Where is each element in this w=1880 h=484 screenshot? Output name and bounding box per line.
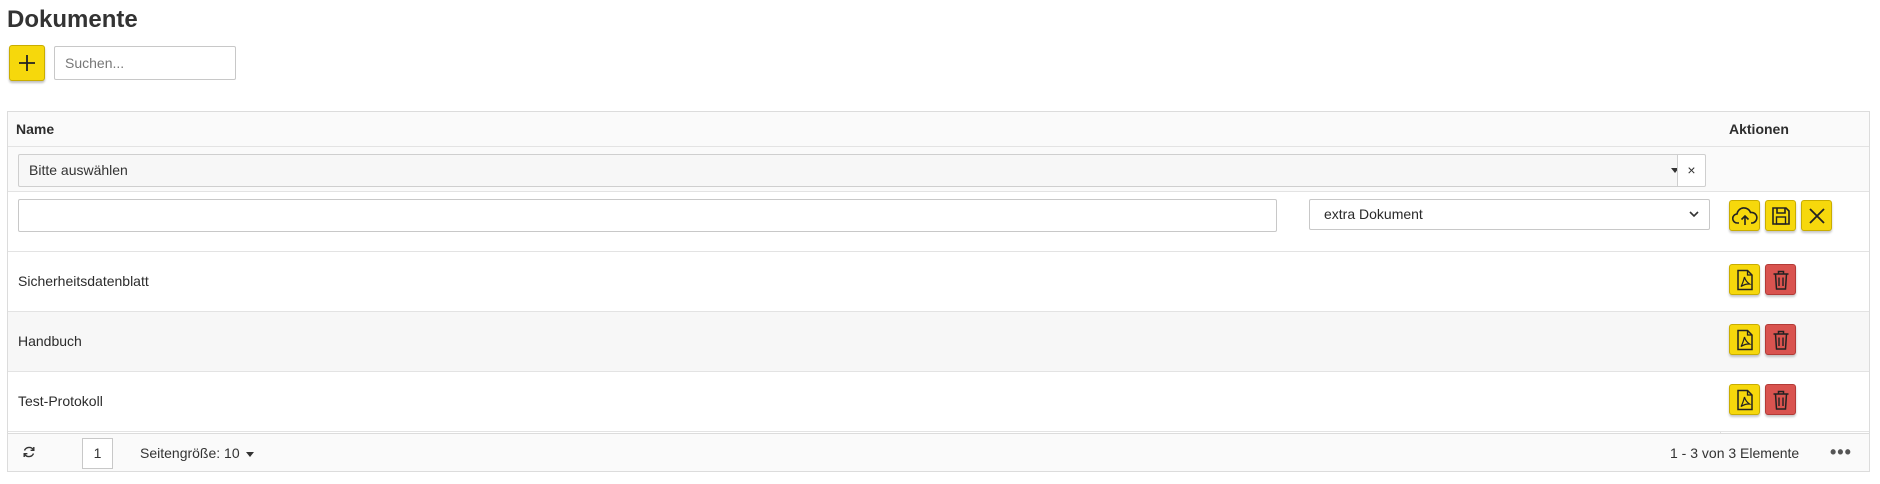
search-input[interactable] [54,46,236,80]
trash-icon [1773,330,1788,350]
edit-actions [1729,200,1837,231]
name-filter-dropdown[interactable]: Bitte auswählen [18,154,1688,187]
trash-icon [1773,270,1788,290]
pager-info: 1 - 3 von 3 Elemente [1670,445,1800,461]
row-actions [1729,264,1801,295]
toolbar [9,45,236,81]
document-name-input[interactable] [18,199,1277,232]
documents-grid: Name Aktionen Bitte auswählen × extra Do… [7,111,1870,472]
cloud-upload-icon [1731,206,1758,225]
open-pdf-button[interactable] [1729,324,1760,355]
pdf-file-icon [1736,269,1753,290]
save-icon [1771,206,1790,225]
row-actions [1729,384,1801,415]
document-name: Handbuch [18,333,82,349]
name-filter-label: Bitte auswählen [29,162,128,178]
trash-icon [1773,390,1788,410]
delete-button[interactable] [1765,324,1796,355]
table-row[interactable]: Sicherheitsdatenblatt [8,252,1869,312]
table-row[interactable]: Test-Protokoll [8,372,1869,432]
row-actions [1729,324,1801,355]
document-name: Test-Protokoll [18,393,103,409]
edit-row: extra Dokument [8,192,1869,252]
column-header-name[interactable]: Name [16,112,54,147]
filter-clear-button[interactable]: × [1677,154,1706,187]
cancel-button[interactable] [1801,200,1832,231]
plus-icon [19,55,35,71]
save-button[interactable] [1765,200,1796,231]
page-size-dropdown[interactable]: Seitengröße: 10 [140,434,254,472]
pager: 1 Seitengröße: 10 1 - 3 von 3 Elemente •… [8,433,1869,471]
grid-header: Name Aktionen [8,112,1869,147]
upload-button[interactable] [1729,200,1760,231]
pdf-file-icon [1736,389,1753,410]
caret-down-icon [245,451,254,457]
delete-button[interactable] [1765,384,1796,415]
close-icon [1808,207,1825,224]
open-pdf-button[interactable] [1729,264,1760,295]
page-title: Dokumente [7,6,138,33]
current-page-button[interactable]: 1 [82,438,113,469]
column-header-actions: Aktionen [1729,121,1789,137]
chevron-down-icon [1689,211,1699,218]
pdf-file-icon [1736,329,1753,350]
filter-row: Bitte auswählen × [8,147,1869,192]
document-type-select[interactable]: extra Dokument [1309,199,1710,230]
table-row[interactable]: Handbuch [8,312,1869,372]
page-size-label: Seitengröße: 10 [140,445,240,461]
add-document-button[interactable] [9,45,45,81]
open-pdf-button[interactable] [1729,384,1760,415]
document-type-value: extra Dokument [1324,206,1423,222]
document-name: Sicherheitsdatenblatt [18,273,149,289]
delete-button[interactable] [1765,264,1796,295]
refresh-icon[interactable] [22,445,36,459]
ellipsis-icon[interactable]: ••• [1830,434,1852,470]
